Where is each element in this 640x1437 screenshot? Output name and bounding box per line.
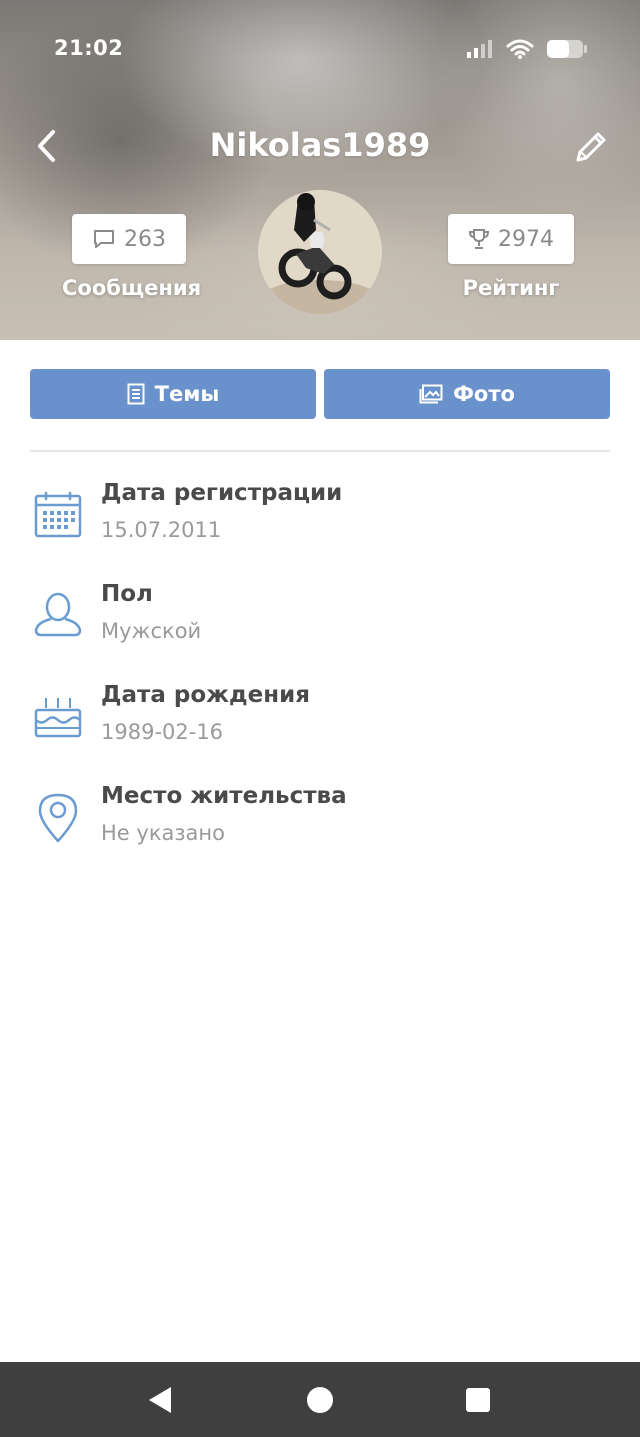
info-registration-date: Дата регистрации 15.07.2011 [30, 472, 610, 573]
square-recents-icon [466, 1388, 490, 1412]
messages-count: 263 [124, 226, 166, 252]
rating-label: Рейтинг [462, 276, 560, 300]
wifi-icon [506, 39, 534, 59]
page-title: Nikolas1989 [209, 126, 431, 164]
nav-home-button[interactable] [300, 1380, 340, 1420]
messages-stat[interactable]: 263 Сообщения [62, 214, 202, 300]
nav-recents-button[interactable] [458, 1380, 498, 1420]
nav-back-button[interactable] [140, 1380, 180, 1420]
tab-photos-label: Фото [453, 382, 515, 406]
rating-stat[interactable]: 2974 Рейтинг [448, 214, 574, 300]
pencil-icon [576, 132, 606, 162]
battery-icon [547, 40, 587, 58]
photo-icon [419, 384, 443, 404]
info-residence: Место жительства Не указано [30, 775, 610, 876]
location-pin-icon [38, 793, 78, 843]
info-title: Дата рождения [101, 682, 310, 708]
tab-topics-label: Темы [154, 382, 220, 406]
avatar[interactable] [258, 190, 382, 314]
triangle-back-icon [149, 1387, 171, 1413]
messages-count-box[interactable]: 263 [72, 214, 186, 264]
info-birth-date: Дата рождения 1989-02-16 [30, 674, 610, 775]
user-icon [34, 592, 82, 637]
trophy-icon [468, 229, 490, 249]
profile-info-list: Дата регистрации 15.07.2011 Пол Мужской … [30, 472, 610, 876]
status-time: 21:02 [54, 36, 124, 60]
circle-home-icon [307, 1387, 333, 1413]
birthday-cake-icon [34, 698, 82, 738]
motorcycle-photo [258, 190, 382, 314]
status-bar: 21:02 [0, 0, 640, 100]
info-value: 1989-02-16 [101, 720, 224, 744]
profile-tabs: Темы Фото [30, 369, 610, 419]
info-value: Мужской [101, 619, 202, 643]
info-value: Не указано [101, 821, 225, 845]
profile-header: 21:02 Nikolas1989 263 Сообщения 2974 Рей… [0, 0, 640, 340]
info-title: Дата регистрации [101, 480, 343, 506]
divider [30, 450, 610, 452]
messages-label: Сообщения [62, 276, 202, 300]
status-icons [466, 38, 588, 60]
edit-button[interactable] [572, 126, 612, 166]
rating-count-box[interactable]: 2974 [448, 214, 574, 264]
info-title: Пол [101, 581, 153, 607]
tab-topics[interactable]: Темы [30, 369, 316, 419]
chat-bubble-icon [94, 230, 114, 248]
calendar-icon [34, 492, 82, 538]
info-title: Место жительства [101, 783, 347, 809]
document-icon [127, 383, 145, 405]
signal-icon [467, 40, 492, 58]
rating-count: 2974 [498, 226, 554, 252]
info-gender: Пол Мужской [30, 573, 610, 674]
info-value: 15.07.2011 [101, 518, 222, 542]
system-navigation-bar [0, 1362, 640, 1437]
tab-photos[interactable]: Фото [324, 369, 610, 419]
